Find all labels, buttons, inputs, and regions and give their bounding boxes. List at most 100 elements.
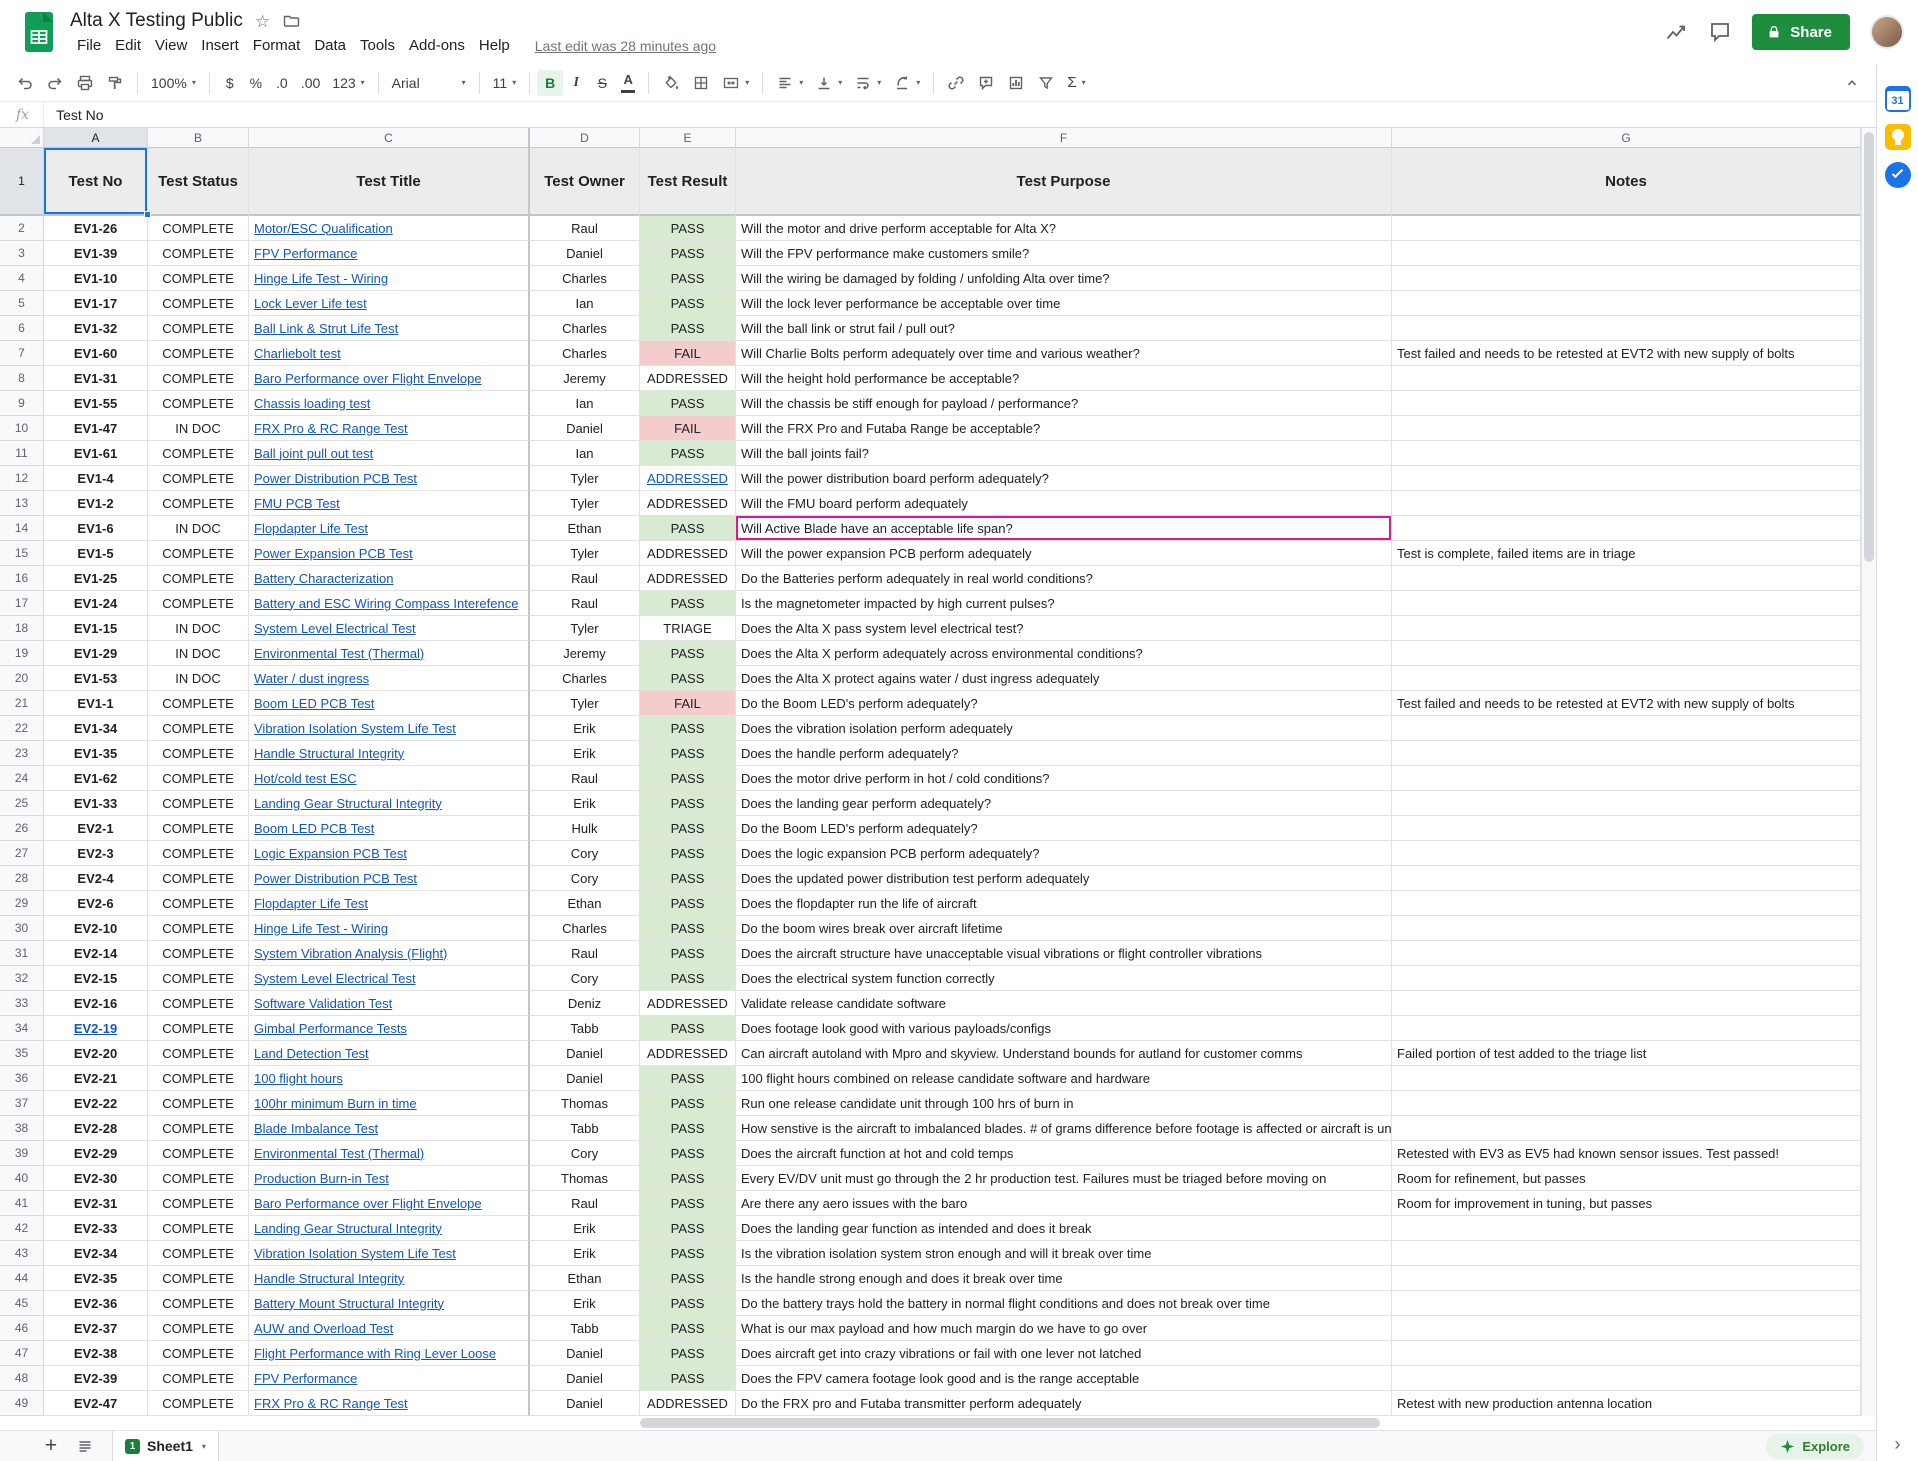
cell-F27[interactable]: Does the logic expansion PCB perform ade… xyxy=(736,841,1392,866)
create-filter-button[interactable] xyxy=(1031,70,1061,96)
cell-B49[interactable]: COMPLETE xyxy=(148,1391,249,1416)
cell-D2[interactable]: Raul xyxy=(530,216,640,241)
cell-E34[interactable]: PASS xyxy=(640,1016,736,1041)
cell-D28[interactable]: Cory xyxy=(530,866,640,891)
cell-B42[interactable]: COMPLETE xyxy=(148,1216,249,1241)
cell-F40[interactable]: Every EV/DV unit must go through the 2 h… xyxy=(736,1166,1392,1191)
merge-cells-button[interactable]: ▾ xyxy=(716,70,755,96)
cell-B10[interactable]: IN DOC xyxy=(148,416,249,441)
insert-comment-button[interactable] xyxy=(971,70,1001,96)
cell-A30[interactable]: EV2-10 xyxy=(44,916,148,941)
cell-E13[interactable]: ADDRESSED xyxy=(640,491,736,516)
cell-B20[interactable]: IN DOC xyxy=(148,666,249,691)
cell-D17[interactable]: Raul xyxy=(530,591,640,616)
cell-C6[interactable]: Ball Link & Strut Life Test xyxy=(249,316,530,341)
cell-D35[interactable]: Daniel xyxy=(530,1041,640,1066)
row-header-24[interactable]: 24 xyxy=(0,766,44,791)
cell-A9[interactable]: EV1-55 xyxy=(44,391,148,416)
cell-D34[interactable]: Tabb xyxy=(530,1016,640,1041)
cell-E12[interactable]: ADDRESSED xyxy=(640,466,736,491)
cell-B24[interactable]: COMPLETE xyxy=(148,766,249,791)
cell-F32[interactable]: Does the electrical system function corr… xyxy=(736,966,1392,991)
cell-B3[interactable]: COMPLETE xyxy=(148,241,249,266)
row-header-25[interactable]: 25 xyxy=(0,791,44,816)
row-header-22[interactable]: 22 xyxy=(0,716,44,741)
cell-E31[interactable]: PASS xyxy=(640,941,736,966)
cell-G29[interactable] xyxy=(1392,891,1861,916)
font-select[interactable]: Arial▾ xyxy=(386,70,472,96)
cell-D30[interactable]: Charles xyxy=(530,916,640,941)
cell-A15[interactable]: EV1-5 xyxy=(44,541,148,566)
star-icon[interactable]: ☆ xyxy=(255,13,270,30)
cell-A8[interactable]: EV1-31 xyxy=(44,366,148,391)
cell-B15[interactable]: COMPLETE xyxy=(148,541,249,566)
cell-C43[interactable]: Vibration Isolation System Life Test xyxy=(249,1241,530,1266)
cell-A12[interactable]: EV1-4 xyxy=(44,466,148,491)
cell-D42[interactable]: Erik xyxy=(530,1216,640,1241)
cell-B6[interactable]: COMPLETE xyxy=(148,316,249,341)
cell-G44[interactable] xyxy=(1392,1266,1861,1291)
all-sheets-menu-button[interactable] xyxy=(68,1431,102,1461)
cell-G23[interactable] xyxy=(1392,741,1861,766)
cell-E46[interactable]: PASS xyxy=(640,1316,736,1341)
column-header-D[interactable]: D xyxy=(530,128,640,148)
cell-A19[interactable]: EV1-29 xyxy=(44,641,148,666)
cell-A5[interactable]: EV1-17 xyxy=(44,291,148,316)
font-size-select[interactable]: 11▾ xyxy=(487,70,523,96)
vertical-align-button[interactable]: ▾ xyxy=(809,70,848,96)
cell-D16[interactable]: Raul xyxy=(530,566,640,591)
cell-G17[interactable] xyxy=(1392,591,1861,616)
cell-D33[interactable]: Deniz xyxy=(530,991,640,1016)
cell-G45[interactable] xyxy=(1392,1291,1861,1316)
cell-D38[interactable]: Tabb xyxy=(530,1116,640,1141)
row-header-2[interactable]: 2 xyxy=(0,216,44,241)
cell-F24[interactable]: Does the motor drive perform in hot / co… xyxy=(736,766,1392,791)
insights-icon[interactable] xyxy=(1664,20,1688,44)
row-header-12[interactable]: 12 xyxy=(0,466,44,491)
cell-B48[interactable]: COMPLETE xyxy=(148,1366,249,1391)
cell-C14[interactable]: Flopdapter Life Test xyxy=(249,516,530,541)
cell-C31[interactable]: System Vibration Analysis (Flight) xyxy=(249,941,530,966)
cell-B23[interactable]: COMPLETE xyxy=(148,741,249,766)
horizontal-scrollbar[interactable] xyxy=(0,1416,1876,1430)
cell-D23[interactable]: Erik xyxy=(530,741,640,766)
cell-D49[interactable]: Daniel xyxy=(530,1391,640,1416)
row-header-37[interactable]: 37 xyxy=(0,1091,44,1116)
cell-B26[interactable]: COMPLETE xyxy=(148,816,249,841)
cell-C23[interactable]: Handle Structural Integrity xyxy=(249,741,530,766)
cell-E20[interactable]: PASS xyxy=(640,666,736,691)
cell-C35[interactable]: Land Detection Test xyxy=(249,1041,530,1066)
cell-E10[interactable]: FAIL xyxy=(640,416,736,441)
cell-E21[interactable]: FAIL xyxy=(640,691,736,716)
cell-E41[interactable]: PASS xyxy=(640,1191,736,1216)
cell-D20[interactable]: Charles xyxy=(530,666,640,691)
cell-F21[interactable]: Do the Boom LED's perform adequately? xyxy=(736,691,1392,716)
cell-C5[interactable]: Lock Lever Life test xyxy=(249,291,530,316)
cell-B32[interactable]: COMPLETE xyxy=(148,966,249,991)
cell-E18[interactable]: TRIAGE xyxy=(640,616,736,641)
cell-A7[interactable]: EV1-60 xyxy=(44,341,148,366)
cell-G15[interactable]: Test is complete, failed items are in tr… xyxy=(1392,541,1861,566)
cell-A48[interactable]: EV2-39 xyxy=(44,1366,148,1391)
row-header-46[interactable]: 46 xyxy=(0,1316,44,1341)
cell-D45[interactable]: Erik xyxy=(530,1291,640,1316)
cell-A18[interactable]: EV1-15 xyxy=(44,616,148,641)
cell-G6[interactable] xyxy=(1392,316,1861,341)
cell-A4[interactable]: EV1-10 xyxy=(44,266,148,291)
row-header-1[interactable]: 1 xyxy=(0,148,44,216)
cell-C19[interactable]: Environmental Test (Thermal) xyxy=(249,641,530,666)
cell-D9[interactable]: Ian xyxy=(530,391,640,416)
cell-G4[interactable] xyxy=(1392,266,1861,291)
cell-G16[interactable] xyxy=(1392,566,1861,591)
text-wrap-button[interactable]: ▾ xyxy=(848,70,887,96)
cell-F9[interactable]: Will the chassis be stiff enough for pay… xyxy=(736,391,1392,416)
cell-B45[interactable]: COMPLETE xyxy=(148,1291,249,1316)
cell-F37[interactable]: Run one release candidate unit through 1… xyxy=(736,1091,1392,1116)
cell-D25[interactable]: Erik xyxy=(530,791,640,816)
cell-D43[interactable]: Erik xyxy=(530,1241,640,1266)
cell-A1[interactable]: Test No xyxy=(44,148,148,216)
cell-C32[interactable]: System Level Electrical Test xyxy=(249,966,530,991)
menu-view[interactable]: View xyxy=(148,35,194,56)
formula-input[interactable]: Test No xyxy=(44,107,1876,123)
cell-F48[interactable]: Does the FPV camera footage look good an… xyxy=(736,1366,1392,1391)
